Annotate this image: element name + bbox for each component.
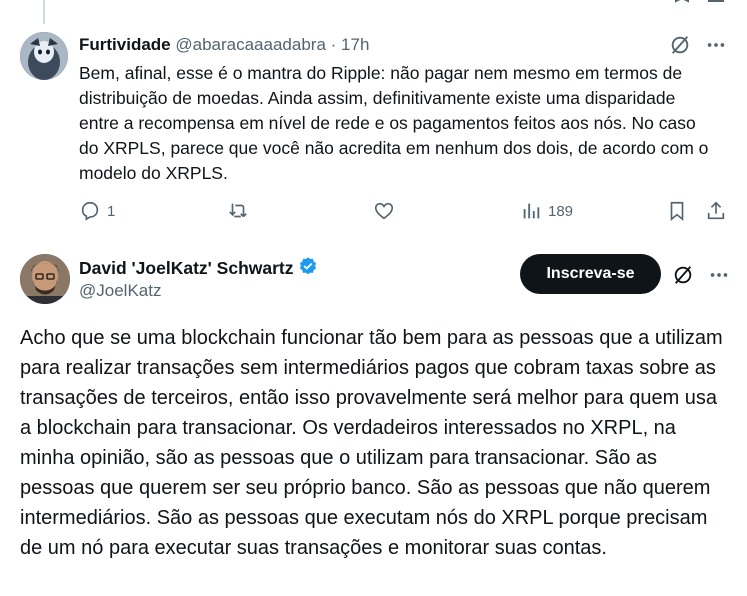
reply-count: 1 — [107, 202, 116, 220]
bookmark-button[interactable] — [666, 200, 688, 222]
share-button[interactable] — [705, 200, 727, 222]
reply-icon — [81, 201, 99, 221]
avatar[interactable] — [20, 32, 68, 80]
reply-button[interactable]: 1 — [79, 200, 115, 222]
author-handle[interactable]: @abaracaaaadabra — [175, 35, 326, 54]
author-name[interactable]: David 'JoelKatz' Schwartz — [79, 258, 294, 279]
more-icon[interactable] — [705, 34, 727, 61]
author-handle[interactable]: @JoelKatz — [79, 281, 161, 301]
share-icon — [707, 201, 725, 220]
share-icon[interactable] — [706, 0, 726, 12]
author-name-row: David 'JoelKatz' Schwartz — [79, 256, 318, 281]
views-icon — [523, 203, 540, 219]
reply-action-bar: 1 189 — [79, 200, 731, 226]
bookmark-icon[interactable] — [672, 0, 692, 12]
like-button[interactable] — [373, 200, 395, 222]
bookmark-icon — [670, 201, 684, 222]
views-count: 189 — [548, 202, 574, 220]
author-name[interactable]: Furtividade — [79, 35, 171, 54]
reply-tweet[interactable]: Furtividade @abaracaaaadabra · 17h Bem, … — [0, 28, 747, 238]
main-tweet[interactable]: David 'JoelKatz' Schwartz @JoelKatz Insc… — [0, 248, 747, 596]
grok-icon[interactable] — [669, 34, 691, 61]
retweet-button[interactable] — [227, 200, 249, 222]
main-text: Acho que se uma blockchain funcionar tão… — [20, 327, 723, 559]
views-button[interactable]: 189 — [520, 200, 573, 222]
reply-top-icons — [669, 34, 727, 61]
avatar[interactable] — [20, 254, 70, 304]
verified-badge-icon[interactable] — [298, 256, 318, 281]
main-top-icons — [672, 264, 730, 291]
like-icon — [374, 202, 394, 220]
reply-header: Furtividade @abaracaaaadabra · 17h — [79, 34, 369, 56]
previous-post-actions — [0, 0, 747, 14]
reply-text: Bem, afinal, esse é o mantra do Ripple: … — [79, 63, 709, 183]
subscribe-button[interactable]: Inscreva-se — [520, 254, 661, 294]
retweet-icon — [229, 203, 247, 218]
more-icon[interactable] — [708, 264, 730, 291]
separator: · — [330, 35, 337, 54]
grok-icon[interactable] — [672, 264, 694, 291]
timestamp[interactable]: 17h — [341, 35, 369, 54]
